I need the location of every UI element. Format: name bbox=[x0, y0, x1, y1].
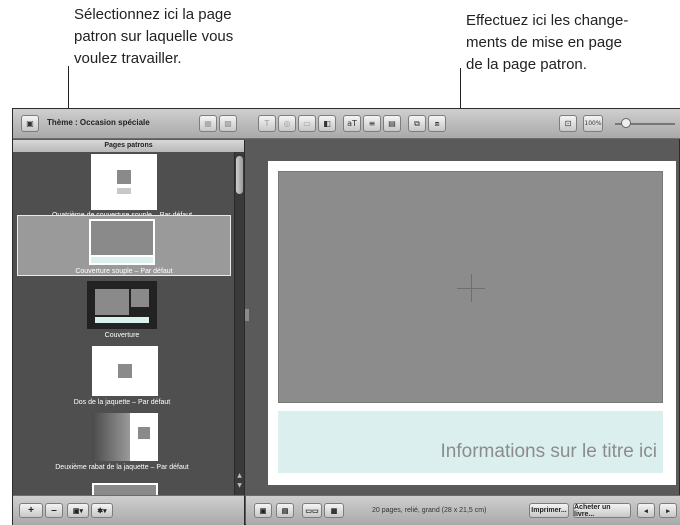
arrange-back-icon[interactable]: ⧈ bbox=[428, 115, 446, 132]
single-page-view-icon[interactable]: ▣ bbox=[254, 503, 272, 518]
add-page-button[interactable]: + bbox=[19, 503, 43, 518]
panel-splitter-handle[interactable] bbox=[245, 309, 249, 321]
text-icon[interactable]: T bbox=[258, 115, 276, 132]
columns-icon[interactable]: ≡ bbox=[363, 115, 381, 132]
next-page-button[interactable]: ▸ bbox=[659, 503, 677, 518]
master-page-label: Deuxième rabat de la jaquette – Par défa… bbox=[55, 464, 189, 471]
master-page-item[interactable]: Quatrième de couverture souple – Par déf… bbox=[13, 154, 231, 224]
panel-header: Pages patrons bbox=[13, 140, 244, 152]
photo-icon[interactable]: ▭ bbox=[298, 115, 316, 132]
left-callout-line-2: patron sur laquelle vous bbox=[74, 28, 234, 45]
gear-icon[interactable]: ✱▾ bbox=[91, 503, 113, 518]
bottom-right-toolbar: ▣ ▤ ▭▭ ▦ 20 pages, relié, grand (28 x 21… bbox=[246, 495, 680, 525]
crosshair-icon-v bbox=[471, 274, 472, 302]
buy-book-button[interactable]: Acheter un livre... bbox=[573, 503, 631, 518]
master-page-thumbnail-partial[interactable] bbox=[92, 483, 158, 495]
title-text-box[interactable]: Informations sur le titre ici bbox=[278, 411, 663, 473]
remove-page-button[interactable]: – bbox=[45, 503, 63, 518]
page-view-icon[interactable]: ▦ bbox=[199, 115, 217, 132]
top-toolbar: ▣ Thème : Occasion spéciale ▦ ▩ T ◎ ▭ ◧ … bbox=[13, 109, 680, 139]
spread-view-icon[interactable]: ▭▭ bbox=[302, 503, 322, 518]
master-page-thumbnail bbox=[92, 413, 158, 461]
master-pages-panel: Pages patrons Quatrième de couverture so… bbox=[13, 140, 245, 495]
book-status-text: 20 pages, relié, grand (28 x 21,5 cm) bbox=[372, 507, 487, 514]
master-page-canvas[interactable]: Informations sur le titre ici bbox=[268, 161, 676, 485]
left-callout-line-1: Sélectionnez ici la page bbox=[74, 6, 232, 23]
right-callout-line-3: de la page patron. bbox=[466, 56, 587, 73]
zoom-100-button[interactable]: 100% bbox=[583, 115, 603, 132]
right-callout-line-1: Effectuez ici les change- bbox=[466, 12, 629, 29]
fullscreen-view-icon[interactable]: ▦ bbox=[324, 503, 344, 518]
master-page-label: Dos de la jaquette – Par défaut bbox=[73, 399, 171, 406]
print-button[interactable]: Imprimer... bbox=[529, 503, 569, 518]
left-callout: Sélectionnez ici la page patron sur laqu… bbox=[74, 4, 233, 70]
two-page-view-icon[interactable]: ▤ bbox=[276, 503, 294, 518]
master-page-thumbnail bbox=[87, 281, 157, 329]
spread-view-icon[interactable]: ▩ bbox=[219, 115, 237, 132]
sidebar-scrollbar[interactable]: ▲ ▼ bbox=[234, 152, 244, 495]
layout-menu-icon[interactable]: ▣▾ bbox=[67, 503, 89, 518]
scroll-up-icon[interactable]: ▲ bbox=[235, 472, 244, 480]
master-page-label: Couverture souple – Par défaut bbox=[75, 268, 173, 275]
scrollbar-thumb[interactable] bbox=[236, 156, 243, 194]
text-size-icon[interactable]: aT bbox=[343, 115, 361, 132]
left-callout-line-3: voulez travailler. bbox=[74, 50, 182, 67]
page-icon[interactable]: ▤ bbox=[383, 115, 401, 132]
theme-label: Thème : Occasion spéciale bbox=[47, 118, 150, 127]
previous-page-button[interactable]: ◂ bbox=[637, 503, 655, 518]
right-callout-line-2: ments de mise en page bbox=[466, 34, 622, 51]
master-page-thumbnail bbox=[92, 346, 158, 396]
master-page-thumbnail bbox=[89, 219, 155, 265]
zoom-slider-knob[interactable] bbox=[621, 118, 631, 128]
master-page-item[interactable]: Couverture bbox=[13, 281, 231, 345]
master-page-label: Couverture bbox=[104, 332, 140, 339]
master-page-item-selected[interactable]: Couverture souple – Par défaut bbox=[17, 215, 231, 276]
layout-icon[interactable]: ▣ bbox=[21, 115, 39, 132]
bottom-left-toolbar: + – ▣▾ ✱▾ bbox=[13, 495, 245, 525]
font-icon[interactable]: ◧ bbox=[318, 115, 336, 132]
title-placeholder-text[interactable]: Informations sur le titre ici bbox=[441, 441, 657, 463]
filter-icon[interactable]: ◎ bbox=[278, 115, 296, 132]
photo-placeholder[interactable] bbox=[278, 171, 663, 403]
right-callout: Effectuez ici les change- ments de mise … bbox=[466, 10, 628, 76]
master-page-thumbnail bbox=[91, 154, 157, 210]
arrange-front-icon[interactable]: ⧉ bbox=[408, 115, 426, 132]
master-page-item[interactable]: Dos de la jaquette – Par défaut bbox=[13, 346, 231, 410]
fit-page-icon[interactable]: ⊡ bbox=[559, 115, 577, 132]
master-page-item[interactable]: Deuxième rabat de la jaquette – Par défa… bbox=[13, 413, 231, 477]
iphoto-book-layout-window: ▣ Thème : Occasion spéciale ▦ ▩ T ◎ ▭ ◧ … bbox=[12, 108, 680, 525]
scroll-down-icon[interactable]: ▼ bbox=[235, 482, 244, 490]
